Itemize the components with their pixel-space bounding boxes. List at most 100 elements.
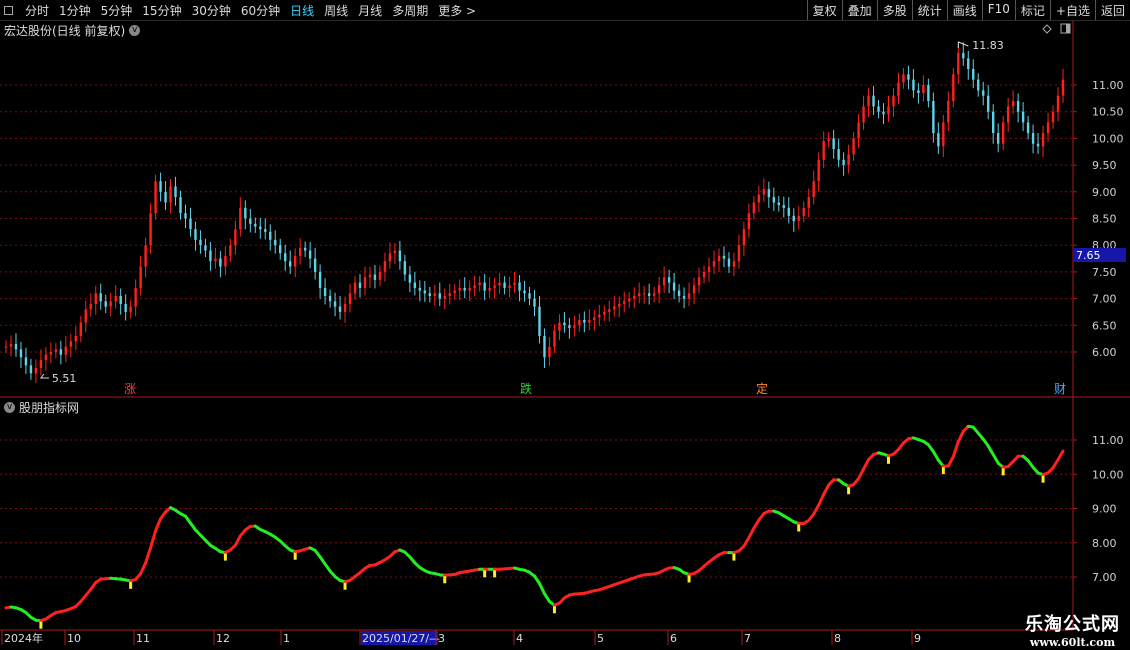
candle-body — [288, 261, 292, 267]
x-tick-label: 8 — [834, 632, 841, 645]
indicator-segment — [822, 483, 831, 496]
candle-body — [692, 285, 696, 294]
candle-body — [782, 205, 785, 208]
low-pointer — [39, 373, 49, 379]
candle-body — [333, 301, 337, 307]
candle-body — [353, 282, 357, 294]
turn-marker — [443, 576, 447, 584]
turn-marker — [941, 467, 945, 475]
watermark-url: www.60lt.com — [1029, 636, 1116, 649]
candle-body — [558, 322, 561, 331]
x-tick-label: 2024年 — [4, 631, 43, 645]
candle-body — [224, 255, 227, 267]
candle-body — [433, 293, 436, 296]
candle-body — [219, 258, 222, 267]
candle-body — [503, 282, 506, 288]
candle-body — [189, 218, 192, 230]
candle-body — [1001, 122, 1005, 144]
candle-body — [498, 282, 501, 286]
candle-body — [269, 231, 272, 240]
y-tick-label: 7.00 — [1092, 293, 1117, 306]
candle-body — [279, 245, 282, 254]
candle-body — [214, 258, 217, 262]
candle-body — [578, 319, 581, 326]
candle-body — [543, 335, 546, 358]
candle-body — [772, 197, 776, 203]
candle-body — [967, 58, 970, 69]
candle-body — [154, 181, 157, 214]
candle-body — [932, 101, 935, 134]
candle-body — [573, 325, 576, 328]
candle-body — [64, 346, 68, 355]
y-tick-label: 10.50 — [1092, 106, 1124, 119]
candle-body — [124, 303, 127, 312]
candle-body — [872, 95, 875, 107]
candle-body — [44, 354, 48, 361]
candle-body — [338, 306, 342, 312]
y-tick-label: 9.00 — [1092, 186, 1117, 199]
candle-body — [94, 293, 97, 304]
candle-body — [458, 287, 461, 291]
indicator-segment — [1056, 449, 1065, 462]
watermark: 乐淘公式网 www.60lt.com — [1025, 610, 1120, 649]
candle-body — [79, 322, 82, 336]
candle-body — [732, 261, 736, 267]
candle-body — [937, 133, 940, 147]
candle-body — [373, 274, 377, 280]
x-tick-label: 9 — [914, 632, 921, 645]
candle-body — [538, 306, 541, 336]
candle-body — [1021, 111, 1025, 123]
candle-body — [972, 68, 975, 80]
candle-body — [957, 52, 960, 75]
candle-body — [892, 95, 895, 107]
candle-body — [119, 295, 122, 304]
candle-body — [249, 218, 252, 224]
candle-body — [618, 303, 621, 307]
candle-body — [129, 306, 132, 312]
candle-body — [907, 74, 910, 80]
turn-marker — [687, 575, 691, 583]
candle-body — [1006, 106, 1010, 123]
candle-body — [179, 197, 182, 214]
candle-body — [313, 258, 317, 272]
candle-body — [797, 215, 800, 222]
turn-marker — [293, 552, 297, 560]
x-tick-label: 6 — [670, 632, 677, 645]
candle-body — [513, 282, 516, 286]
event-marker: 定 — [756, 381, 768, 396]
candle-body — [553, 330, 556, 347]
y-tick-label: 11.00 — [1092, 79, 1124, 92]
candle-body — [39, 360, 43, 369]
candle-body — [134, 287, 137, 307]
candle-body — [817, 159, 820, 182]
candle-body — [767, 189, 771, 198]
panel-toggle-icon[interactable] — [1060, 23, 1071, 34]
candle-body — [19, 349, 23, 358]
candle-body — [343, 303, 347, 312]
candle-body — [857, 122, 860, 139]
candle-body — [298, 247, 302, 256]
candle-body — [518, 282, 521, 291]
candle-body — [897, 82, 900, 96]
candle-body — [568, 325, 571, 328]
candle-body — [827, 138, 830, 142]
x-tick-label: 12 — [216, 632, 230, 645]
event-marker: 涨 — [124, 381, 136, 396]
candle-body — [378, 271, 382, 280]
candle-body — [443, 295, 446, 299]
turn-marker — [847, 487, 851, 495]
diamond-icon[interactable] — [1042, 24, 1052, 34]
x-tick-label: 5 — [597, 632, 604, 645]
candle-body — [677, 290, 681, 296]
candle-body — [822, 141, 825, 160]
y-tick-label: 6.00 — [1092, 346, 1117, 359]
price-chart-canvas[interactable]: 6.00 6.50 7.00 7.50 8.00 8.50 9.00 9.50 10.00 10.… — [0, 0, 1130, 650]
indicator-segment — [817, 492, 826, 507]
candle-body — [453, 290, 456, 294]
candle-body — [259, 226, 262, 230]
candle-body — [613, 306, 616, 310]
turn-marker — [732, 553, 736, 561]
candle-body — [508, 285, 511, 288]
turn-marker — [493, 570, 497, 578]
indicator-segment — [139, 561, 148, 576]
